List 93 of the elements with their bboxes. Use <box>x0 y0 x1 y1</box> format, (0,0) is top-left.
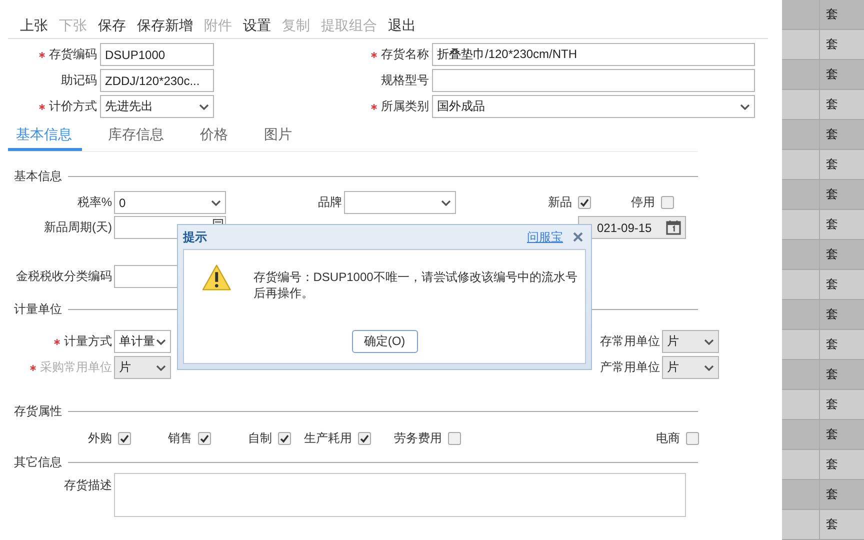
table-cell-text: 套 <box>825 6 838 23</box>
close-button[interactable] <box>573 232 583 242</box>
checkbox-label: 外购 <box>88 430 112 447</box>
required-icon <box>371 52 377 58</box>
checkbox-label: 电商 <box>656 430 680 447</box>
checkbox-label: 劳务费用 <box>394 430 442 447</box>
table-cell-text: 套 <box>825 336 838 353</box>
required-icon <box>39 52 45 58</box>
field-label: 计量方式 <box>64 333 112 350</box>
checkbox-label: 生产耗用 <box>304 430 352 447</box>
required-icon <box>30 364 36 370</box>
checkbox-label: 销售 <box>168 430 192 447</box>
chevron-down-icon <box>199 104 209 110</box>
section-title: 其它信息 <box>14 454 62 471</box>
checkbox[interactable] <box>278 432 291 445</box>
field-label: 产常用单位 <box>600 359 661 376</box>
table-cell-text: 套 <box>825 426 838 443</box>
select-field[interactable] <box>344 191 456 214</box>
table-cell-text: 套 <box>825 126 838 143</box>
ok-button[interactable]: 确定(O) <box>352 330 418 353</box>
field-label: 计价方式 <box>49 98 97 115</box>
calendar-icon <box>666 220 681 235</box>
input-field[interactable]: 折叠垫巾/120*230cm/NTH <box>432 43 755 66</box>
toolbar-button[interactable]: 上张 <box>16 16 52 34</box>
chevron-down-icon <box>156 364 166 370</box>
field-label: 税率% <box>76 194 113 211</box>
checkbox[interactable] <box>661 196 674 209</box>
field-label: 金税税收分类编码 <box>15 268 113 285</box>
select-field[interactable]: 0 <box>114 191 226 214</box>
table-cell-text: 套 <box>825 516 838 533</box>
table-cell-text: 套 <box>825 306 838 323</box>
table-cell-text: 套 <box>825 156 838 173</box>
field-label: 规格型号 <box>381 72 429 89</box>
select-field[interactable]: 片 <box>662 330 719 353</box>
required-icon <box>39 104 45 110</box>
toolbar-button[interactable]: 设置 <box>239 16 275 34</box>
chevron-down-icon <box>704 364 714 370</box>
field-label: 停用 <box>630 194 656 211</box>
tab[interactable]: 图片 <box>256 124 302 151</box>
checkbox[interactable] <box>448 432 461 445</box>
section-title: 计量单位 <box>14 301 62 318</box>
table-cell-text: 套 <box>825 396 838 413</box>
tab[interactable]: 价格 <box>192 124 238 151</box>
field-label: 所属类别 <box>381 98 429 115</box>
section-title: 存货属性 <box>14 403 62 420</box>
field-label: 助记码 <box>61 72 97 89</box>
input-field[interactable]: DSUP1000 <box>100 43 214 66</box>
table-cell-text: 套 <box>825 486 838 503</box>
toolbar-button[interactable]: 保存新增 <box>133 16 197 34</box>
checkbox-label: 自制 <box>248 430 272 447</box>
select-field[interactable]: 单计量 <box>114 330 171 353</box>
checkbox[interactable] <box>686 432 699 445</box>
field-label: 采购常用单位 <box>40 359 112 376</box>
section-title: 基本信息 <box>14 168 62 185</box>
required-icon <box>54 338 60 344</box>
field-label: 存货编码 <box>49 46 97 63</box>
field-label: 新品周期(天) <box>43 219 113 236</box>
chevron-down-icon <box>740 104 750 110</box>
required-icon <box>371 104 377 110</box>
input-field[interactable]: ZDDJ/120*230c... <box>100 69 214 92</box>
field-label: 品牌 <box>317 194 343 211</box>
table-cell-text: 套 <box>825 66 838 83</box>
checkbox[interactable] <box>578 196 591 209</box>
toolbar-button[interactable]: 保存 <box>94 16 130 34</box>
table-cell-text: 套 <box>825 246 838 263</box>
chevron-down-icon <box>441 200 451 206</box>
checkbox[interactable] <box>358 432 371 445</box>
table-cell-text: 套 <box>825 456 838 473</box>
checkbox[interactable] <box>198 432 211 445</box>
table-cell-text: 套 <box>825 96 838 113</box>
chevron-down-icon <box>704 338 714 344</box>
field-label: 存货名称 <box>381 46 429 63</box>
dialog-message: 存货编号：DSUP1000不唯一，请尝试修改该编号中的流水号后再操作。 <box>253 269 578 301</box>
checkbox[interactable] <box>118 432 131 445</box>
date-field[interactable]: 021-09-15 <box>578 216 686 239</box>
select-field[interactable]: 国外成品 <box>432 95 755 118</box>
chevron-down-icon <box>211 200 221 206</box>
field-label: 新品 <box>547 194 573 211</box>
dialog-title: 提示 <box>183 228 207 246</box>
toolbar-button[interactable]: 退出 <box>384 16 420 34</box>
select-field[interactable]: 片 <box>662 356 719 379</box>
table-cell-text: 套 <box>825 276 838 293</box>
field-label: 存货描述 <box>63 477 113 494</box>
select-field[interactable]: 先进先出 <box>100 95 214 118</box>
table-cell-text: 套 <box>825 216 838 233</box>
field-label: 存常用单位 <box>600 333 661 350</box>
table-cell-text: 套 <box>825 36 838 53</box>
table-cell-text: 套 <box>825 186 838 203</box>
chevron-down-icon <box>156 338 166 344</box>
input-field[interactable] <box>432 69 755 92</box>
warning-icon <box>202 264 232 291</box>
tab[interactable]: 库存信息 <box>100 124 174 151</box>
table-cell-text: 套 <box>825 366 838 383</box>
